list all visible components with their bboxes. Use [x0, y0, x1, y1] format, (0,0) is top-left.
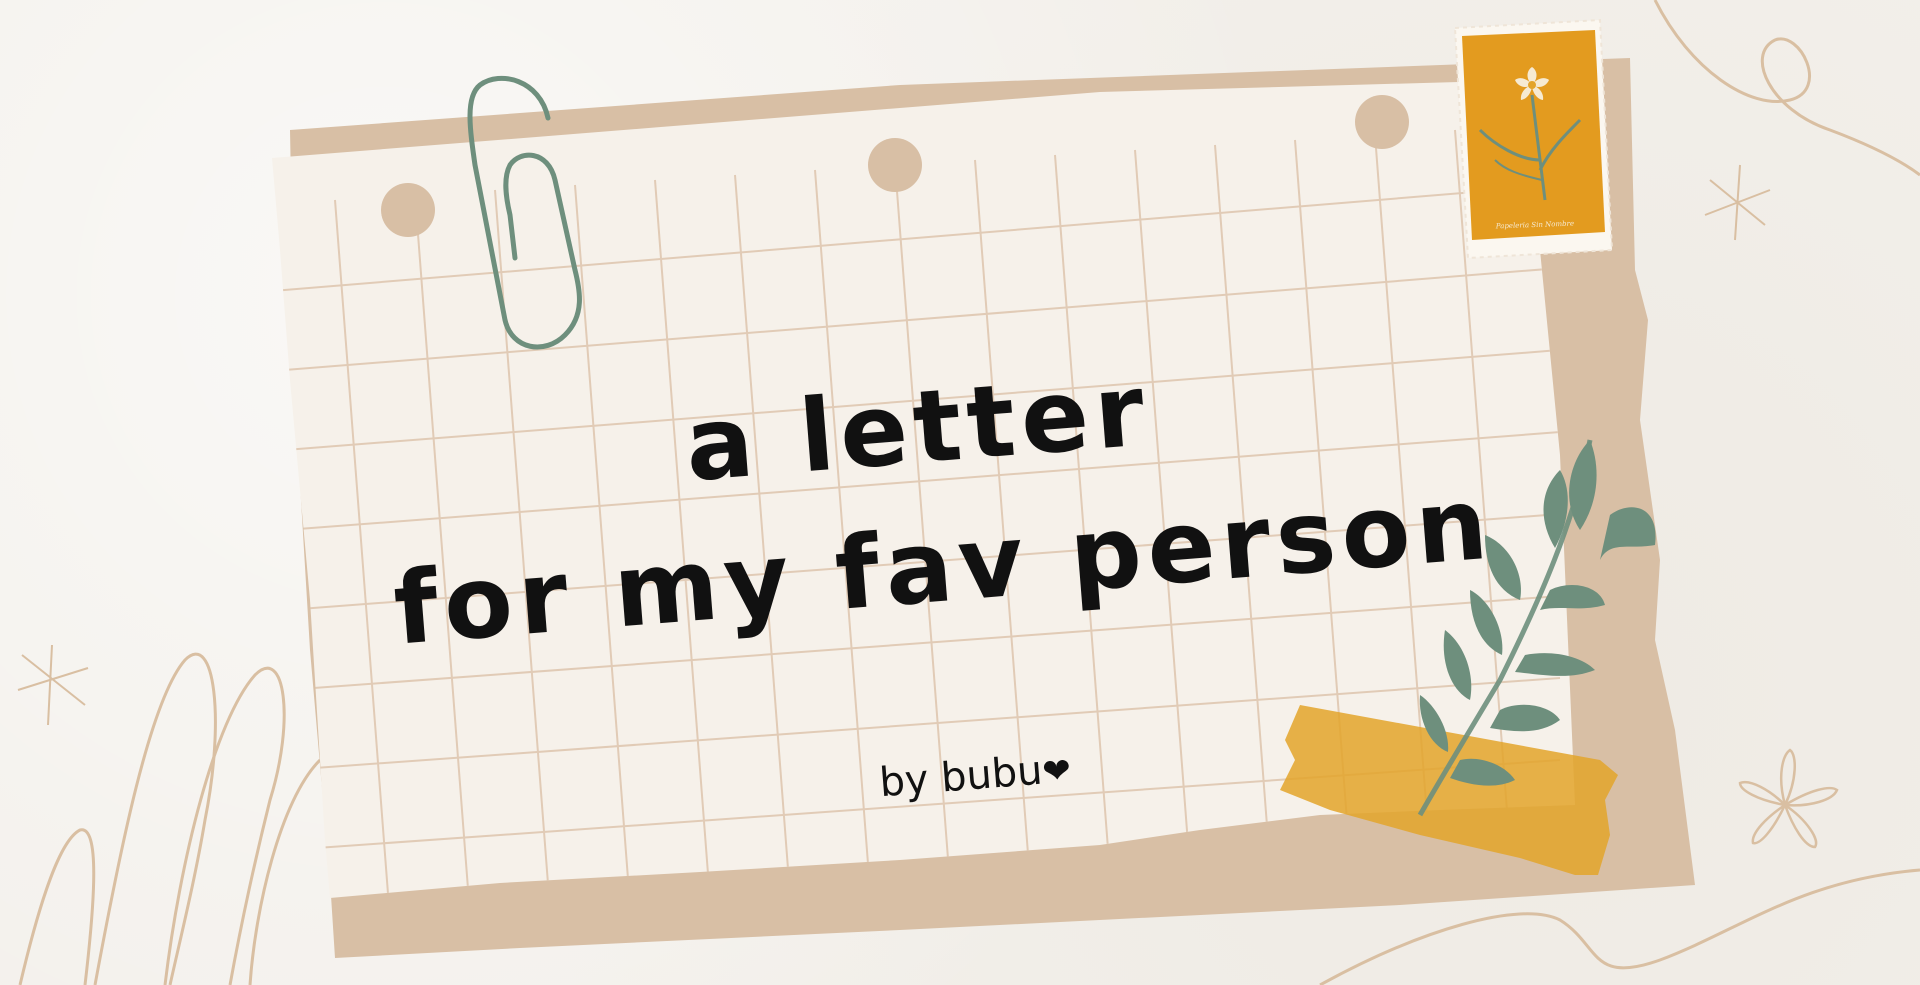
- binder-hole: [1355, 95, 1409, 149]
- binder-hole: [381, 183, 435, 237]
- canvas: a letter for my fav person by bubu❤ Pape…: [0, 0, 1920, 985]
- letter-card: a letter for my fav person by bubu❤ Pape…: [272, 18, 1695, 958]
- heart-icon: ❤: [1041, 750, 1073, 792]
- postage-stamp-icon: Papeleria Sin Nombre: [1453, 18, 1614, 260]
- binder-hole: [868, 138, 922, 192]
